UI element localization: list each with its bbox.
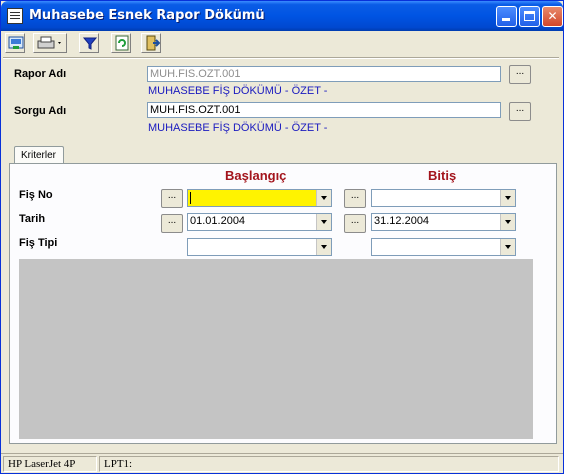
tarih-start-value: 01.01.2004 bbox=[190, 215, 246, 227]
close-icon: ✕ bbox=[547, 9, 558, 23]
fis-tipi-label: Fiş Tipi bbox=[19, 237, 58, 249]
start-header: Başlangıç bbox=[225, 168, 287, 183]
empty-criteria-area bbox=[19, 259, 533, 439]
fis-tipi-start-combo[interactable] bbox=[187, 238, 332, 256]
exit-door-icon bbox=[146, 35, 160, 51]
close-button[interactable]: ✕ bbox=[542, 6, 563, 27]
toolbar-divider bbox=[3, 57, 559, 59]
end-header: Bitiş bbox=[428, 168, 457, 183]
status-bar: HP LaserJet 4P LPT1: bbox=[1, 453, 563, 473]
sorgu-description: MUHASEBE FİŞ DÖKÜMÜ - ÖZET - bbox=[148, 122, 328, 134]
status-port: LPT1: bbox=[99, 456, 559, 472]
tarih-end-lookup-button[interactable]: ... bbox=[344, 214, 366, 233]
export-icon bbox=[8, 36, 24, 49]
minimize-button[interactable] bbox=[496, 6, 517, 27]
window-title: Muhasebe Esnek Rapor Dökümü bbox=[29, 8, 265, 23]
rapor-field[interactable]: MUH.FIS.OZT.001 bbox=[147, 66, 501, 82]
fis-no-start-lookup-button[interactable]: ... bbox=[161, 189, 183, 208]
tarih-start-combo[interactable]: 01.01.2004 bbox=[187, 213, 332, 231]
rapor-lookup-button[interactable]: ... bbox=[509, 65, 531, 84]
filter-icon bbox=[82, 37, 98, 50]
chevron-down-icon[interactable] bbox=[316, 190, 331, 206]
sorgu-field[interactable]: MUH.FIS.OZT.001 bbox=[147, 102, 501, 118]
tarih-end-value: 31.12.2004 bbox=[374, 215, 430, 227]
export-button[interactable] bbox=[5, 33, 25, 53]
chevron-down-icon[interactable] bbox=[500, 190, 515, 206]
rapor-label: Rapor Adı bbox=[14, 68, 67, 80]
chevron-down-icon[interactable] bbox=[316, 214, 331, 230]
text-cursor bbox=[190, 192, 191, 204]
tarih-end-combo[interactable]: 31.12.2004 bbox=[371, 213, 516, 231]
fis-no-label: Fiş No bbox=[19, 189, 53, 201]
maximize-icon bbox=[524, 11, 535, 21]
title-bar[interactable]: Muhasebe Esnek Rapor Dökümü ✕ bbox=[1, 1, 563, 31]
fis-tipi-end-combo[interactable] bbox=[371, 238, 516, 256]
tarih-label: Tarih bbox=[19, 213, 46, 225]
tarih-start-lookup-button[interactable]: ... bbox=[161, 214, 183, 233]
minimize-icon bbox=[502, 18, 510, 21]
sorgu-label: Sorgu Adı bbox=[14, 105, 67, 117]
document-icon bbox=[7, 8, 23, 24]
chevron-down-icon[interactable] bbox=[500, 214, 515, 230]
tab-kriterler[interactable]: Kriterler bbox=[14, 146, 64, 164]
refresh-button[interactable] bbox=[111, 33, 131, 53]
fis-no-end-combo[interactable] bbox=[371, 189, 516, 207]
print-button[interactable] bbox=[33, 33, 67, 53]
fis-no-end-lookup-button[interactable]: ... bbox=[344, 189, 366, 208]
maximize-button[interactable] bbox=[519, 6, 540, 27]
refresh-icon bbox=[115, 35, 129, 51]
toolbar bbox=[1, 31, 563, 55]
filter-button[interactable] bbox=[79, 33, 99, 53]
fis-no-start-combo[interactable] bbox=[187, 189, 332, 207]
exit-button[interactable] bbox=[141, 33, 161, 53]
sorgu-lookup-button[interactable]: ... bbox=[509, 102, 531, 121]
rapor-description: MUHASEBE FİŞ DÖKÜMÜ - ÖZET - bbox=[148, 85, 328, 97]
report-window: Muhasebe Esnek Rapor Dökümü ✕ Rapor Adı … bbox=[0, 0, 564, 474]
chevron-down-icon[interactable] bbox=[500, 239, 515, 255]
chevron-down-icon[interactable] bbox=[316, 239, 331, 255]
printer-icon bbox=[37, 36, 61, 49]
status-printer: HP LaserJet 4P bbox=[3, 456, 97, 472]
